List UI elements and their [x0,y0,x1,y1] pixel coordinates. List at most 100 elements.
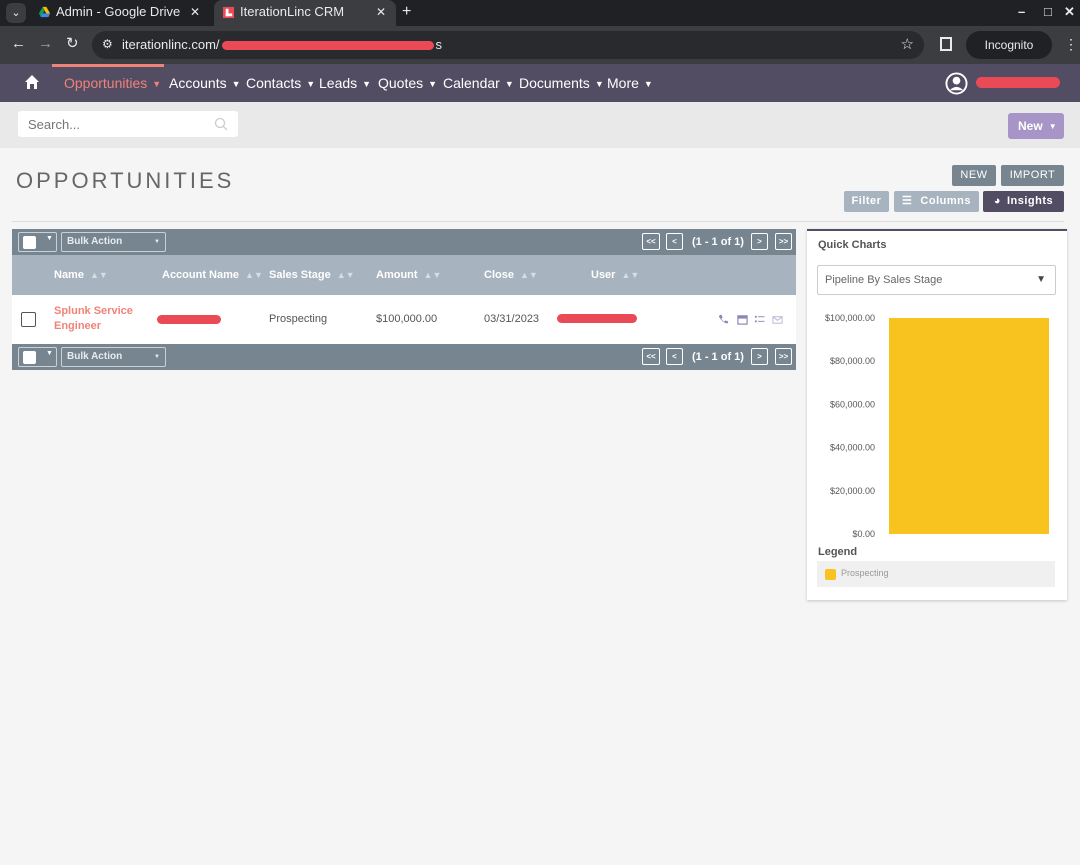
minimize-icon[interactable]: – [1018,0,1025,24]
last-page-button[interactable]: >> [775,233,792,250]
sort-icon[interactable]: ▲▼ [90,270,108,280]
task-list-icon[interactable] [754,314,765,325]
pagination-info: (1 - 1 of 1) [692,351,744,363]
url-field[interactable]: ⚙ iterationlinc.com/s ☆ [92,31,924,59]
redacted-account-name[interactable] [157,315,221,324]
calendar-icon[interactable] [737,314,748,325]
redacted-username[interactable] [976,77,1060,88]
redacted-user[interactable] [557,314,637,323]
nav-contacts[interactable]: Contacts ▼ [246,64,315,102]
chevron-down-icon: ▼ [46,350,53,357]
first-page-button[interactable]: << [642,348,660,365]
forward-icon[interactable]: → [38,35,53,53]
sort-icon[interactable]: ▲▼ [337,270,355,280]
incognito-label: Incognito [984,38,1034,52]
insights-button[interactable]: ◕ Insights [983,191,1064,212]
bulk-action-dropdown[interactable]: Bulk Action ▼ [61,347,166,367]
next-page-button[interactable]: > [751,348,768,365]
search-input[interactable] [18,111,198,137]
close-window-icon[interactable]: ✕ [1064,0,1075,24]
close-tab-icon[interactable]: ✕ [376,0,386,24]
chevron-down-icon: ▼ [154,354,160,360]
list-toolbar-top: ▼ Bulk Action ▼ << < (1 - 1 of 1) > >> [12,229,796,255]
chart-type-select[interactable]: Pipeline By Sales Stage ▼ [817,265,1056,295]
chevron-down-icon: ▼ [594,79,604,89]
chevron-down-icon: ▼ [504,79,514,89]
nav-leads[interactable]: Leads ▼ [319,64,371,102]
incognito-badge[interactable]: Incognito [966,31,1052,59]
column-header-user[interactable]: User ▲▼ [591,255,639,295]
select-all-dropdown[interactable]: ▼ [18,232,57,252]
nav-opportunities[interactable]: Opportunities ▼ [64,64,161,102]
sort-icon[interactable]: ▲▼ [245,270,263,280]
columns-button[interactable]: ☰ Columns [894,191,979,212]
chevron-down-icon: ▼ [46,235,53,242]
opportunities-list: ▼ Bulk Action ▼ << < (1 - 1 of 1) > >> Na… [12,229,796,370]
side-panel-icon[interactable] [940,37,952,51]
bookmark-star-icon[interactable]: ☆ [901,35,914,53]
google-drive-icon [38,6,51,18]
column-header-sales-stage[interactable]: Sales Stage ▲▼ [269,255,355,295]
list-toolbar-bottom: ▼ Bulk Action ▼ << < (1 - 1 of 1) > >> [12,344,796,370]
header-divider [12,221,1064,222]
browser-menu-icon[interactable]: ⋮ [1064,36,1078,53]
column-header-name[interactable]: Name ▲▼ [54,255,108,295]
bulk-action-dropdown[interactable]: Bulk Action ▼ [61,232,166,252]
url-text: iterationlinc.com/s [122,37,443,52]
select-all-checkbox[interactable] [23,236,36,249]
nav-documents[interactable]: Documents ▼ [519,64,604,102]
reload-icon[interactable]: ↻ [66,35,79,53]
sort-icon[interactable]: ▲▼ [520,270,538,280]
y-tick-label: $20,000.00 [830,486,875,496]
chevron-down-icon: ▼ [1048,122,1057,131]
browser-tabstrip: ⌄ Admin - Google Drive ✕ IterationLinc C… [0,0,1080,26]
new-tab-icon[interactable]: + [402,0,411,24]
row-checkbox[interactable] [21,312,36,327]
column-header-account-name[interactable]: Account Name ▲▼ [162,255,263,295]
nav-quotes[interactable]: Quotes ▼ [378,64,437,102]
chevron-down-icon: ▼ [1036,274,1046,285]
browser-tab-google-drive[interactable]: Admin - Google Drive ✕ [30,0,210,26]
phone-icon[interactable] [718,314,729,325]
last-page-button[interactable]: >> [775,348,792,365]
next-page-button[interactable]: > [751,233,768,250]
filter-button[interactable]: Filter [844,191,889,212]
home-icon[interactable] [24,74,40,90]
select-all-dropdown[interactable]: ▼ [18,347,57,367]
user-avatar-icon[interactable] [945,72,968,95]
chevron-down-icon: ▼ [231,79,241,89]
browser-address-bar: ← → ↻ ⚙ iterationlinc.com/s ☆ Incognito … [0,26,1080,64]
search-icon[interactable] [214,117,228,131]
maximize-icon[interactable]: □ [1044,0,1052,24]
prev-page-button[interactable]: < [666,348,683,365]
new-record-button[interactable]: NEW [952,165,996,186]
sort-icon[interactable]: ▲▼ [424,270,442,280]
pagination-info: (1 - 1 of 1) [692,236,744,248]
back-icon[interactable]: ← [11,35,26,53]
close-tab-icon[interactable]: ✕ [190,0,200,24]
chart-legend: Prospecting [817,561,1055,587]
first-page-button[interactable]: << [642,233,660,250]
column-header-amount[interactable]: Amount ▲▼ [376,255,441,295]
nav-more[interactable]: More ▼ [607,64,653,102]
global-search [18,111,238,137]
email-icon[interactable] [772,314,783,325]
tab-search-button[interactable]: ⌄ [6,3,26,23]
select-all-checkbox[interactable] [23,351,36,364]
nav-calendar[interactable]: Calendar ▼ [443,64,514,102]
sort-icon[interactable]: ▲▼ [621,270,639,280]
pipeline-bar-chart: $0.00 $20,000.00 $40,000.00 $60,000.00 $80,0… [825,313,1049,539]
legend-label[interactable]: Prospecting [841,568,889,578]
import-button[interactable]: IMPORT [1001,165,1064,186]
opportunity-name-link[interactable]: Splunk Service Engineer [54,304,144,334]
legend-title: Legend [818,546,858,558]
chart-type-value: Pipeline By Sales Stage [825,274,943,286]
nav-accounts[interactable]: Accounts ▼ [169,64,241,102]
prev-page-button[interactable]: < [666,233,683,250]
browser-tab-crm[interactable]: IterationLinc CRM ✕ [214,0,396,26]
new-menu-button[interactable]: New ▼ [1008,113,1064,139]
y-tick-label: $80,000.00 [830,356,875,366]
chart-bar[interactable] [889,318,1049,534]
site-settings-icon[interactable]: ⚙ [102,37,113,51]
column-header-close[interactable]: Close ▲▼ [484,255,538,295]
